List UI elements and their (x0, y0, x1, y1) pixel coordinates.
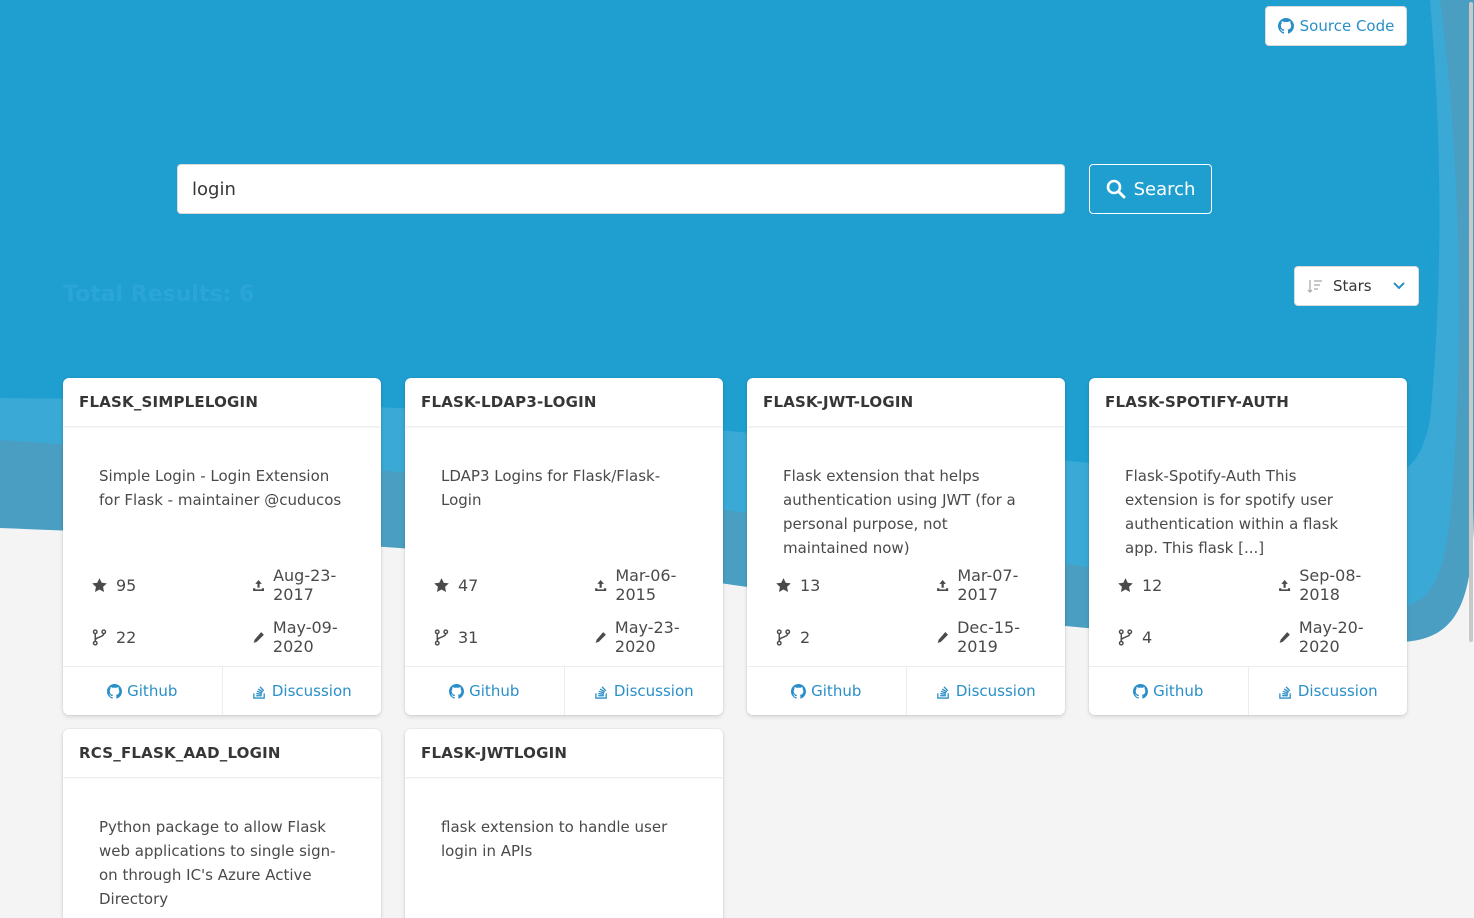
created-stat: Mar-07-2017 (906, 566, 1037, 604)
created-stat: Mar-06-2015 (564, 566, 695, 604)
search-icon (1106, 179, 1126, 199)
stars-stat: 47 (433, 566, 564, 604)
card-stats: 95 Aug-23-2017 22 May-09-2020 (63, 562, 381, 656)
card-title: FLASK-SPOTIFY-AUTH (1089, 378, 1407, 426)
card-description: Flask-Spotify-Auth This extension is for… (1125, 467, 1339, 557)
github-icon (107, 684, 122, 699)
fork-icon (775, 629, 792, 646)
updated-stat: May-09-2020 (222, 618, 353, 656)
star-icon (91, 577, 108, 594)
card-description: LDAP3 Logins for Flask/Flask-Login (441, 467, 661, 509)
star-icon (433, 577, 450, 594)
stack-overflow-icon (252, 684, 267, 699)
card-stats: 12 Sep-08-2018 4 May-20-2020 (1089, 562, 1407, 656)
github-link[interactable]: Github (63, 667, 222, 715)
discussion-link[interactable]: Discussion (221, 667, 382, 715)
sort-selected: Stars (1333, 277, 1372, 295)
stack-overflow-icon (594, 684, 609, 699)
github-link[interactable]: Github (405, 667, 564, 715)
source-code-label: Source Code (1299, 17, 1395, 35)
card-title: FLASK-JWT-LOGIN (747, 378, 1065, 426)
card-title: FLASK_SIMPLELOGIN (63, 378, 381, 426)
search-input[interactable] (177, 164, 1065, 214)
card-footer: Github Discussion (63, 666, 381, 715)
github-icon (449, 684, 464, 699)
discussion-link[interactable]: Discussion (563, 667, 724, 715)
discussion-link[interactable]: Discussion (905, 667, 1066, 715)
forks-stat: 2 (775, 618, 906, 656)
sort-icon (1307, 280, 1322, 293)
card-description: Simple Login - Login Extension for Flask… (99, 467, 342, 509)
result-card: FLASK-SPOTIFY-AUTH Flask-Spotify-Auth Th… (1089, 378, 1407, 715)
source-code-button[interactable]: Source Code (1265, 6, 1407, 46)
upload-icon (936, 577, 949, 594)
card-footer: Github Discussion (747, 666, 1065, 715)
upload-icon (594, 577, 607, 594)
github-icon (1133, 684, 1148, 699)
github-link[interactable]: Github (1089, 667, 1248, 715)
fork-icon (91, 629, 108, 646)
stars-stat: 95 (91, 566, 222, 604)
scrollbar[interactable] (1468, 0, 1474, 918)
card-title: FLASK-JWTLOGIN (405, 729, 723, 777)
pencil-icon (252, 629, 265, 646)
chevron-down-icon (1393, 282, 1405, 290)
result-card: FLASK-JWT-LOGIN Flask extension that hel… (747, 378, 1065, 715)
pencil-icon (936, 629, 949, 646)
discussion-link[interactable]: Discussion (1247, 667, 1408, 715)
card-description: Flask extension that helps authenticatio… (783, 467, 1016, 557)
result-card: RCS_FLASK_AAD_LOGIN Python package to al… (63, 729, 381, 918)
github-icon (791, 684, 806, 699)
total-results: Total Results: 6 (63, 282, 255, 307)
updated-stat: Dec-15-2019 (906, 618, 1037, 656)
result-card: FLASK-LDAP3-LOGIN LDAP3 Logins for Flask… (405, 378, 723, 715)
card-footer: Github Discussion (405, 666, 723, 715)
upload-icon (252, 577, 265, 594)
pencil-icon (594, 629, 607, 646)
fork-icon (1117, 629, 1134, 646)
created-stat: Sep-08-2018 (1248, 566, 1379, 604)
star-icon (775, 577, 792, 594)
forks-stat: 31 (433, 618, 564, 656)
updated-stat: May-20-2020 (1248, 618, 1379, 656)
scrollbar-thumb[interactable] (1469, 2, 1473, 642)
result-card: FLASK-JWTLOGIN flask extension to handle… (405, 729, 723, 918)
card-title: RCS_FLASK_AAD_LOGIN (63, 729, 381, 777)
pencil-icon (1278, 629, 1291, 646)
search-button[interactable]: Search (1089, 164, 1212, 214)
card-description: Python package to allow Flask web applic… (99, 818, 336, 908)
github-link[interactable]: Github (747, 667, 906, 715)
card-footer: Github Discussion (1089, 666, 1407, 715)
card-description: flask extension to handle user login in … (441, 818, 668, 860)
github-icon (1277, 18, 1294, 34)
card-stats: 47 Mar-06-2015 31 May-23-2020 (405, 562, 723, 656)
upload-icon (1278, 577, 1291, 594)
sort-select[interactable]: Stars (1294, 266, 1419, 306)
star-icon (1117, 577, 1134, 594)
card-stats: 13 Mar-07-2017 2 Dec-15-2019 (747, 562, 1065, 656)
card-title: FLASK-LDAP3-LOGIN (405, 378, 723, 426)
result-card: FLASK_SIMPLELOGIN Simple Login - Login E… (63, 378, 381, 715)
stack-overflow-icon (1278, 684, 1293, 699)
search-button-label: Search (1133, 178, 1196, 200)
created-stat: Aug-23-2017 (222, 566, 353, 604)
fork-icon (433, 629, 450, 646)
forks-stat: 22 (91, 618, 222, 656)
forks-stat: 4 (1117, 618, 1248, 656)
stack-overflow-icon (936, 684, 951, 699)
stars-stat: 12 (1117, 566, 1248, 604)
stars-stat: 13 (775, 566, 906, 604)
updated-stat: May-23-2020 (564, 618, 695, 656)
